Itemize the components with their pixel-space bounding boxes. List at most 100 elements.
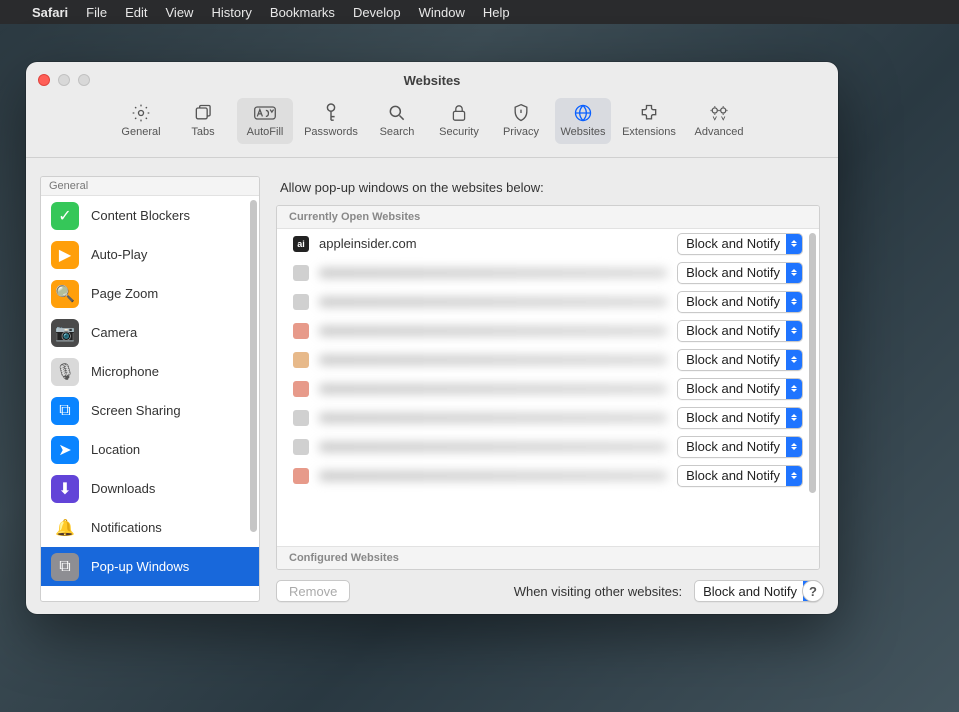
sidebar-item-content-blockers[interactable]: ✓ Content Blockers	[41, 196, 259, 235]
site-policy-select[interactable]: Block and Notify	[677, 233, 803, 255]
menu-view[interactable]: View	[166, 5, 194, 20]
passwords-icon	[322, 102, 340, 124]
chevron-updown-icon	[786, 263, 802, 283]
settings-panel: Allow pop-up windows on the websites bel…	[276, 176, 820, 602]
sidebar-item-label: Downloads	[91, 481, 155, 496]
camera-icon: 📷	[51, 319, 79, 347]
sidebar-item-label: Microphone	[91, 364, 159, 379]
sidebar-header: General	[41, 177, 259, 196]
remove-button[interactable]: Remove	[276, 580, 350, 602]
chevron-updown-icon	[786, 408, 802, 428]
site-favicon	[293, 323, 309, 339]
chevron-updown-icon	[786, 437, 802, 457]
security-icon	[451, 102, 467, 124]
tab-label: Search	[380, 126, 415, 138]
site-policy-select[interactable]: Block and Notify	[677, 320, 803, 342]
tab-label: Passwords	[304, 126, 358, 138]
site-policy-select[interactable]: Block and Notify	[677, 407, 803, 429]
site-policy-select[interactable]: Block and Notify	[677, 262, 803, 284]
menu-history[interactable]: History	[211, 5, 251, 20]
sidebar-item-label: Pop-up Windows	[91, 559, 189, 574]
site-policy-select[interactable]: Block and Notify	[677, 378, 803, 400]
sidebar-item-microphone[interactable]: 🎙 Microphone	[41, 352, 259, 391]
sidebar-item-label: Camera	[91, 325, 137, 340]
sidebar-item-downloads[interactable]: ⬇Downloads	[41, 469, 259, 508]
sidebar-item-label: Content Blockers	[91, 208, 190, 223]
menu-window[interactable]: Window	[419, 5, 465, 20]
tab-autofill[interactable]: AutoFill	[237, 98, 293, 144]
page-zoom-icon: 🔍	[51, 280, 79, 308]
content-blockers-icon: ✓	[51, 202, 79, 230]
tab-advanced[interactable]: Advanced	[687, 98, 751, 144]
tab-label: Websites	[560, 126, 605, 138]
privacy-icon	[512, 102, 530, 124]
site-favicon	[293, 468, 309, 484]
advanced-icon	[708, 102, 730, 124]
menu-help[interactable]: Help	[483, 5, 510, 20]
sidebar-item-location[interactable]: ➤Location	[41, 430, 259, 469]
chevron-updown-icon	[786, 234, 802, 254]
tab-label: Security	[439, 126, 479, 138]
app-name[interactable]: Safari	[32, 5, 68, 20]
sidebar-item-pop-up[interactable]: ⧉ Pop-up Windows	[41, 547, 259, 586]
tab-passwords[interactable]: Passwords	[299, 98, 363, 144]
site-name	[319, 471, 667, 481]
tab-security[interactable]: Security	[431, 98, 487, 144]
tab-privacy[interactable]: Privacy	[493, 98, 549, 144]
site-policy-select[interactable]: Block and Notify	[677, 465, 803, 487]
tab-label: Tabs	[191, 126, 214, 138]
sidebar-item-label: Auto-Play	[91, 247, 147, 262]
site-favicon	[293, 265, 309, 281]
sidebar-item-notifications[interactable]: 🔔Notifications	[41, 508, 259, 547]
panel-title: Allow pop-up windows on the websites bel…	[280, 180, 820, 195]
website-row[interactable]: aiappleinsider.comBlock and Notify	[277, 229, 819, 258]
sidebar-item-screen-sharing[interactable]: ⧉ Screen Sharing	[41, 391, 259, 430]
website-row[interactable]: Block and Notify	[277, 258, 819, 287]
close-button[interactable]	[38, 74, 50, 86]
sidebar-item-label: Location	[91, 442, 140, 457]
website-row[interactable]: Block and Notify	[277, 316, 819, 345]
menu-bookmarks[interactable]: Bookmarks	[270, 5, 335, 20]
sidebar-item-label: Notifications	[91, 520, 162, 535]
sidebar-item-auto-play[interactable]: ▶ Auto-Play	[41, 235, 259, 274]
chevron-updown-icon	[786, 379, 802, 399]
pop-up-icon: ⧉	[51, 553, 79, 581]
menubar: Safari File Edit View History Bookmarks …	[0, 0, 959, 24]
auto-play-icon: ▶	[51, 241, 79, 269]
other-websites-label: When visiting other websites:	[514, 584, 682, 599]
website-row[interactable]: Block and Notify	[277, 345, 819, 374]
help-button[interactable]: ?	[802, 580, 824, 602]
sidebar-item-page-zoom[interactable]: 🔍Page Zoom	[41, 274, 259, 313]
tab-tabs[interactable]: Tabs	[175, 98, 231, 144]
tab-websites[interactable]: Websites	[555, 98, 611, 144]
website-row[interactable]: Block and Notify	[277, 287, 819, 316]
menu-file[interactable]: File	[86, 5, 107, 20]
microphone-icon: 🎙	[51, 358, 79, 386]
website-row[interactable]: Block and Notify	[277, 403, 819, 432]
site-name	[319, 413, 667, 423]
general-icon	[131, 102, 151, 124]
tab-extensions[interactable]: Extensions	[617, 98, 681, 144]
chevron-updown-icon	[786, 466, 802, 486]
website-row[interactable]: Block and Notify	[277, 374, 819, 403]
sidebar-item-label: Screen Sharing	[91, 403, 181, 418]
chevron-updown-icon	[786, 350, 802, 370]
chevron-updown-icon	[786, 292, 802, 312]
website-row[interactable]: Block and Notify	[277, 432, 819, 461]
menu-develop[interactable]: Develop	[353, 5, 401, 20]
tab-general[interactable]: General	[113, 98, 169, 144]
website-row[interactable]: Block and Notify	[277, 461, 819, 490]
site-name	[319, 268, 667, 278]
tab-search[interactable]: Search	[369, 98, 425, 144]
site-policy-select[interactable]: Block and Notify	[677, 349, 803, 371]
sidebar-item-camera[interactable]: 📷 Camera	[41, 313, 259, 352]
tab-label: Advanced	[695, 126, 744, 138]
tab-label: AutoFill	[247, 126, 284, 138]
menu-edit[interactable]: Edit	[125, 5, 147, 20]
tabs-icon	[193, 102, 213, 124]
site-favicon: ai	[293, 236, 309, 252]
site-policy-select[interactable]: Block and Notify	[677, 436, 803, 458]
screen-sharing-icon: ⧉	[51, 397, 79, 425]
site-policy-select[interactable]: Block and Notify	[677, 291, 803, 313]
minimize-button	[58, 74, 70, 86]
